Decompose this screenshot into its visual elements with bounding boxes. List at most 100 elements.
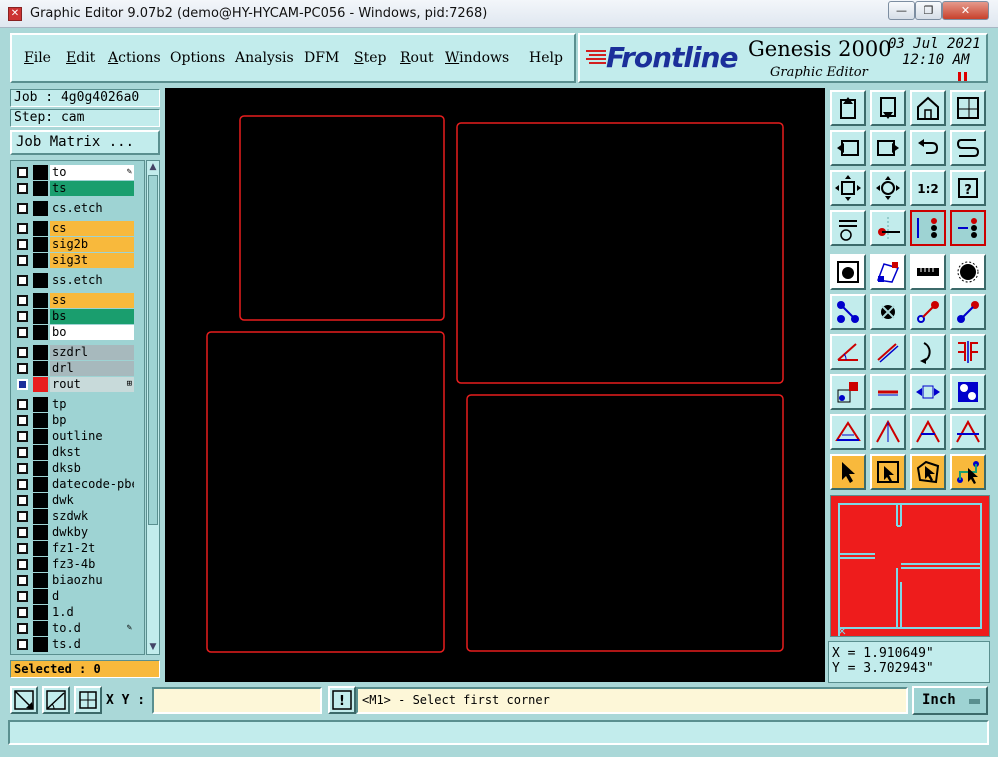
angle-mode-icon[interactable] — [42, 686, 70, 714]
layer-color-swatch[interactable] — [33, 541, 48, 556]
layer-checkbox[interactable] — [17, 623, 28, 634]
layer-color-swatch[interactable] — [33, 325, 48, 340]
layer-row-sig2b[interactable]: sig2b — [14, 237, 142, 252]
layer-row-to-d[interactable]: to.d ✎ — [14, 621, 142, 636]
zoom-fit-icon[interactable] — [830, 170, 866, 206]
home-icon[interactable] — [910, 90, 946, 126]
layer-display-icon[interactable] — [910, 210, 946, 246]
layer-row-ts-d[interactable]: ts.d — [14, 637, 142, 652]
layer-name[interactable]: dksb — [50, 461, 134, 476]
layer-color-swatch[interactable] — [33, 397, 48, 412]
move-down-icon[interactable] — [870, 90, 906, 126]
layer-row-bs[interactable]: bs — [14, 309, 142, 324]
layer-name[interactable]: dkst — [50, 445, 134, 460]
layer-color-swatch[interactable] — [33, 477, 48, 492]
layer-row-szdwk[interactable]: szdwk — [14, 509, 142, 524]
layer-name[interactable]: tp — [50, 397, 134, 412]
layer-checkbox[interactable] — [17, 239, 28, 250]
menu-windows[interactable]: Windows — [445, 50, 509, 66]
layer-name[interactable]: rout ⊞ — [50, 377, 134, 392]
layer-checkbox[interactable] — [17, 495, 28, 506]
apex-alt-icon[interactable] — [910, 414, 946, 450]
snap-mode-icon[interactable] — [10, 686, 38, 714]
layer-checkbox[interactable] — [17, 479, 28, 490]
layer-color-swatch[interactable] — [33, 429, 48, 444]
xy-input[interactable] — [152, 687, 322, 714]
layer-checkbox[interactable] — [17, 447, 28, 458]
layer-checkbox[interactable] — [17, 591, 28, 602]
grid-mode-icon[interactable] — [74, 686, 102, 714]
layer-name[interactable]: to.d ✎ — [50, 621, 134, 636]
layer-checkbox[interactable] — [17, 543, 28, 554]
layer-color-swatch[interactable] — [33, 253, 48, 268]
menu-actions[interactable]: Actions — [108, 50, 161, 66]
layer-row-ts[interactable]: ts — [14, 181, 142, 196]
layer-row-fz3-4b[interactable]: fz3-4b — [14, 557, 142, 572]
layer-name[interactable]: sig3t — [50, 253, 134, 268]
layer-row-bp[interactable]: bp — [14, 413, 142, 428]
close-button[interactable]: ✕ — [942, 1, 989, 20]
layer-color-swatch[interactable] — [33, 413, 48, 428]
layer-name[interactable]: bp — [50, 413, 134, 428]
move-right-icon[interactable] — [870, 130, 906, 166]
layer-name[interactable]: biaozhu — [50, 573, 134, 588]
layer-checkbox[interactable] — [17, 575, 28, 586]
menu-options[interactable]: Options — [170, 50, 225, 66]
layer-row-dkst[interactable]: dkst — [14, 445, 142, 460]
layer-row-tp[interactable]: tp — [14, 397, 142, 412]
triangle-measure-icon[interactable] — [830, 414, 866, 450]
layer-checkbox[interactable] — [17, 639, 28, 650]
layer-checkbox[interactable] — [17, 559, 28, 570]
layer-checkbox[interactable] — [17, 379, 28, 390]
menu-step[interactable]: Step — [354, 50, 386, 66]
layer-checkbox[interactable] — [17, 463, 28, 474]
layer-name[interactable]: szdwk — [50, 509, 134, 524]
round-pad-icon[interactable] — [950, 254, 986, 290]
layer-row-rout[interactable]: rout ⊞ — [14, 377, 142, 392]
surface-add-icon[interactable] — [870, 254, 906, 290]
zoom-profile-icon[interactable] — [870, 170, 906, 206]
diagonal-line-icon[interactable] — [870, 334, 906, 370]
layer-row-ss-etch[interactable]: ss.etch — [14, 273, 142, 288]
units-dropdown[interactable]: Inch — [912, 686, 988, 715]
add-line-icon[interactable] — [910, 294, 946, 330]
layer-checkbox[interactable] — [17, 511, 28, 522]
layer-checkbox[interactable] — [17, 347, 28, 358]
layer-checkbox[interactable] — [17, 311, 28, 322]
layer-color-swatch[interactable] — [33, 445, 48, 460]
layer-name[interactable]: bo — [50, 325, 134, 340]
redraw-icon[interactable] — [950, 130, 986, 166]
apex-cross-icon[interactable] — [950, 414, 986, 450]
maximize-button[interactable]: ❐ — [915, 1, 942, 20]
layer-checkbox[interactable] — [17, 363, 28, 374]
layer-name[interactable]: ss.etch — [50, 273, 134, 288]
layer-color-swatch[interactable] — [33, 573, 48, 588]
layer-checkbox[interactable] — [17, 275, 28, 286]
zoom-ratio-button[interactable]: 1:2 — [910, 170, 946, 206]
select-net-icon[interactable] — [950, 454, 986, 490]
layer-color-swatch[interactable] — [33, 605, 48, 620]
layer-checkbox[interactable] — [17, 431, 28, 442]
layer-color-swatch[interactable] — [33, 165, 48, 180]
graphic-canvas[interactable] — [165, 88, 825, 682]
layer-name[interactable]: sig2b — [50, 237, 134, 252]
graphic-control-icon[interactable] — [830, 210, 866, 246]
pad-add-icon[interactable] — [830, 254, 866, 290]
layer-display-alt-icon[interactable] — [950, 210, 986, 246]
help-icon[interactable]: ? — [950, 170, 986, 206]
ruler-icon[interactable] — [910, 254, 946, 290]
apex-icon[interactable] — [870, 414, 906, 450]
pad-select-icon[interactable] — [830, 374, 866, 410]
scroll-down-arrow-icon[interactable]: ▼ — [148, 642, 158, 653]
layer-name[interactable]: dwk — [50, 493, 134, 508]
layer-color-swatch[interactable] — [33, 221, 48, 236]
layer-row-datecode-pbe[interactable]: datecode-pbe — [14, 477, 142, 492]
menu-file[interactable]: File — [24, 50, 51, 66]
layer-name[interactable]: ts.d — [50, 637, 134, 652]
layer-row-cs[interactable]: cs — [14, 221, 142, 236]
layer-color-swatch[interactable] — [33, 273, 48, 288]
layer-row-to[interactable]: to ✎ — [14, 165, 142, 180]
mirror-icon[interactable] — [950, 334, 986, 370]
layer-name[interactable]: drl — [50, 361, 134, 376]
layer-row-dwk[interactable]: dwk — [14, 493, 142, 508]
